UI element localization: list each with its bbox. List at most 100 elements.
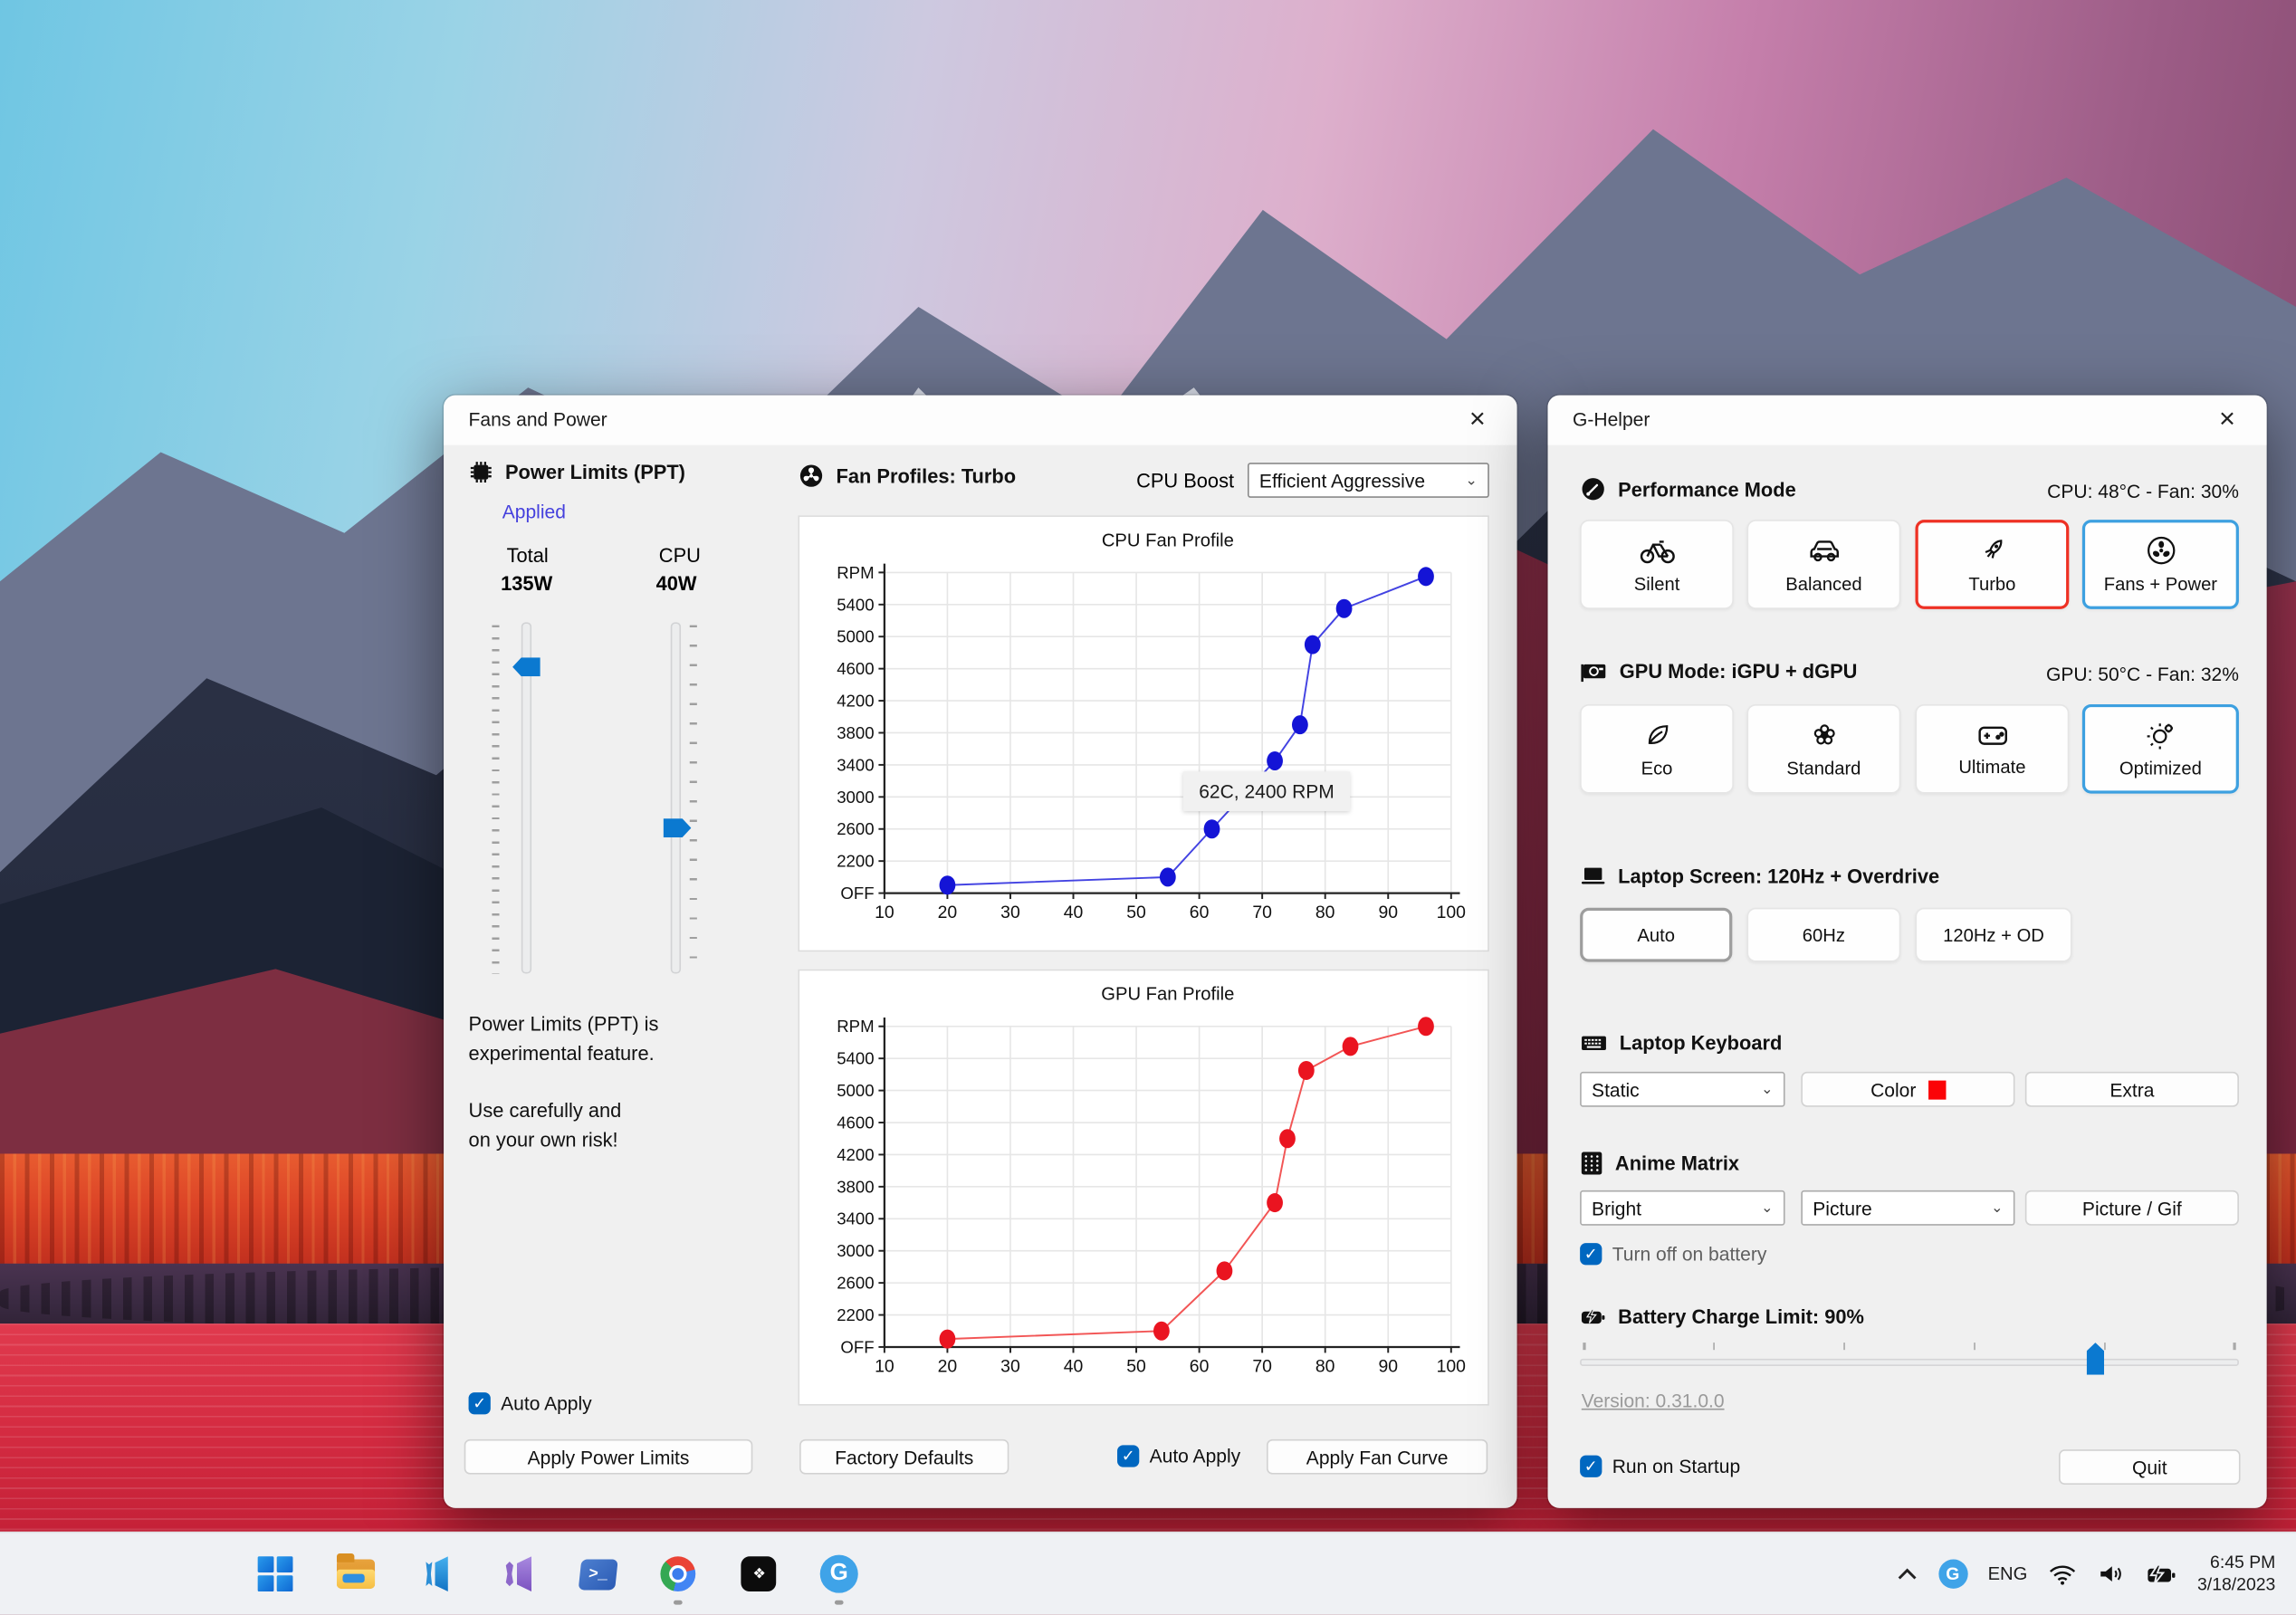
cpu-fan-chart-canvas[interactable]: CPU Fan Profile RPM 5400 5000 4600 4200 3800 34…	[799, 517, 1488, 951]
run-on-startup-label: Run on Startup	[1612, 1455, 1741, 1477]
gpu-standard-button[interactable]: Standard	[1746, 703, 1901, 794]
wifi-icon[interactable]	[2048, 1563, 2076, 1585]
volume-icon[interactable]	[2096, 1562, 2124, 1586]
performance-balanced-button[interactable]: Balanced	[1746, 520, 1901, 609]
gpu-eco-button[interactable]: Eco	[1580, 703, 1734, 794]
start-button[interactable]	[246, 1540, 305, 1607]
cpu-power-slider-track[interactable]	[670, 622, 682, 974]
total-power-slider-thumb[interactable]	[512, 657, 541, 677]
tray-date: 3/18/2023	[2197, 1573, 2276, 1595]
svg-text:30: 30	[1000, 1356, 1020, 1376]
standard-label: Standard	[1786, 758, 1861, 779]
fans-power-label: Fans + Power	[2103, 574, 2218, 595]
fans-window-titlebar[interactable]: Fans and Power ×	[444, 395, 1517, 445]
apply-power-limits-button[interactable]: Apply Power Limits	[464, 1438, 753, 1475]
tidal-icon: ❖	[741, 1556, 777, 1592]
svg-text:3000: 3000	[837, 1241, 874, 1260]
svg-text:50: 50	[1126, 903, 1146, 922]
svg-text:3800: 3800	[837, 1177, 874, 1196]
fans-window-title: Fans and Power	[468, 408, 607, 431]
note-line: on your own risk!	[468, 1128, 618, 1152]
battery-limit-heading: Battery Charge Limit: 90%	[1618, 1305, 1864, 1328]
fan-auto-apply-checkbox[interactable]: ✓	[1117, 1445, 1140, 1467]
gpu-optimized-button[interactable]: Optimized	[2081, 703, 2239, 794]
svg-text:3000: 3000	[837, 788, 874, 807]
turn-off-on-battery-label: Turn off on battery	[1612, 1243, 1767, 1266]
powershell-icon: >_	[577, 1558, 617, 1590]
battery-charging-icon[interactable]	[2145, 1562, 2177, 1585]
g-helper-taskbar-button[interactable]: G	[809, 1540, 868, 1607]
screen-120hz-od-button[interactable]: 120Hz + OD	[1915, 907, 2072, 962]
gauge-icon	[1582, 478, 1604, 501]
tidal-button[interactable]: ❖	[729, 1540, 788, 1607]
gpu-fan-profile-chart[interactable]: GPU Fan Profile RPM 5400 5000 4600 4200 3800 34…	[798, 969, 1489, 1406]
visual-studio-button[interactable]	[488, 1540, 547, 1607]
performance-silent-button[interactable]: Silent	[1580, 520, 1734, 609]
power-limits-applied-link[interactable]: Applied	[502, 501, 566, 522]
g-helper-close-button[interactable]: ×	[2208, 401, 2246, 439]
matrix-content-select[interactable]: Picture ⌄	[1801, 1190, 2015, 1226]
keyboard-extra-button[interactable]: Extra	[2024, 1071, 2239, 1107]
optimized-label: Optimized	[2119, 758, 2202, 779]
anime-matrix-heading-row: Anime Matrix	[1580, 1151, 1739, 1175]
performance-turbo-button[interactable]: Turbo	[1915, 520, 2070, 609]
screen-auto-button[interactable]: Auto	[1580, 907, 1733, 962]
screen-120hz-od-label: 120Hz + OD	[1943, 924, 2044, 945]
gpu-fan-chart-canvas[interactable]: GPU Fan Profile RPM 5400 5000 4600 4200 3800 34…	[799, 970, 1488, 1404]
fans-window-close-button[interactable]: ×	[1459, 401, 1497, 439]
fan-auto-apply-label: Auto Apply	[1149, 1445, 1241, 1467]
screen-60hz-button[interactable]: 60Hz	[1746, 907, 1901, 962]
visual-studio-icon	[500, 1556, 535, 1592]
svg-text:40: 40	[1064, 1356, 1084, 1376]
note-line: experimental feature.	[468, 1042, 655, 1065]
cpu-watts-label: CPU	[658, 544, 701, 567]
gpu-ultimate-button[interactable]: Ultimate	[1915, 703, 2070, 794]
file-explorer-button[interactable]	[327, 1540, 386, 1607]
chrome-button[interactable]	[648, 1540, 707, 1607]
turbo-label: Turbo	[1968, 574, 2016, 595]
keyboard-color-label: Color	[1870, 1078, 1917, 1101]
performance-fans-power-button[interactable]: Fans + Power	[2081, 520, 2239, 609]
cpu-fan-profile-chart[interactable]: CPU Fan Profile RPM 5400 5000 4600 4200 3800 34…	[798, 515, 1489, 952]
apply-fan-curve-button[interactable]: Apply Fan Curve	[1267, 1438, 1488, 1475]
quit-button[interactable]: Quit	[2058, 1449, 2241, 1485]
svg-text:GPU Fan Profile: GPU Fan Profile	[1101, 985, 1234, 1005]
svg-text:4600: 4600	[837, 1113, 874, 1132]
power-auto-apply-checkbox[interactable]: ✓	[468, 1392, 491, 1415]
gpu-temp-status: GPU: 50°C - Fan: 32%	[2046, 663, 2239, 685]
g-helper-tray-icon[interactable]: G	[1937, 1559, 1967, 1589]
g-helper-icon: G	[819, 1554, 858, 1593]
powershell-button[interactable]: >_	[569, 1540, 627, 1607]
svg-text:20: 20	[938, 1356, 958, 1376]
matrix-brightness-select[interactable]: Bright ⌄	[1580, 1190, 1785, 1226]
cpu-power-slider-thumb[interactable]	[663, 818, 692, 838]
laptop-keyboard-heading: Laptop Keyboard	[1619, 1032, 1783, 1055]
battery-slider-track[interactable]	[1580, 1358, 2239, 1366]
optimized-icon	[2146, 723, 2173, 750]
matrix-brightness-value: Bright	[1592, 1197, 1641, 1219]
keyboard-color-button[interactable]: Color	[1801, 1071, 2015, 1107]
run-on-startup-checkbox[interactable]: ✓	[1580, 1455, 1602, 1477]
fan-icon	[799, 464, 823, 487]
turn-off-on-battery-checkbox[interactable]: ✓	[1580, 1243, 1602, 1266]
language-indicator[interactable]: ENG	[1988, 1563, 2028, 1584]
matrix-picture-gif-button[interactable]: Picture / Gif	[2024, 1190, 2239, 1226]
version-link[interactable]: Version: 0.31.0.0	[1582, 1390, 1725, 1411]
svg-text:20: 20	[938, 903, 958, 922]
performance-mode-heading-row: Performance Mode	[1580, 476, 1796, 502]
fan-icon	[2147, 536, 2175, 565]
factory-defaults-button[interactable]: Factory Defaults	[799, 1438, 1009, 1475]
g-helper-titlebar[interactable]: G-Helper ×	[1547, 395, 2267, 445]
tray-chevron-up-icon[interactable]	[1896, 1567, 1918, 1582]
svg-text:100: 100	[1437, 1356, 1467, 1376]
vs-code-button[interactable]	[407, 1540, 466, 1607]
clock[interactable]: 6:45 PM 3/18/2023	[2197, 1552, 2275, 1596]
car-icon	[1809, 540, 1839, 562]
anime-matrix-heading: Anime Matrix	[1614, 1152, 1740, 1175]
cpu-boost-select[interactable]: Efficient Aggressive ⌄	[1247, 463, 1489, 498]
running-indicator	[673, 1600, 683, 1605]
keyboard-mode-select[interactable]: Static ⌄	[1580, 1071, 1785, 1107]
svg-text:5400: 5400	[837, 595, 874, 614]
taskbar: >_ ❖ G G ENG 6:45 PM 3/18/2023	[0, 1531, 2296, 1615]
svg-text:90: 90	[1378, 903, 1398, 922]
